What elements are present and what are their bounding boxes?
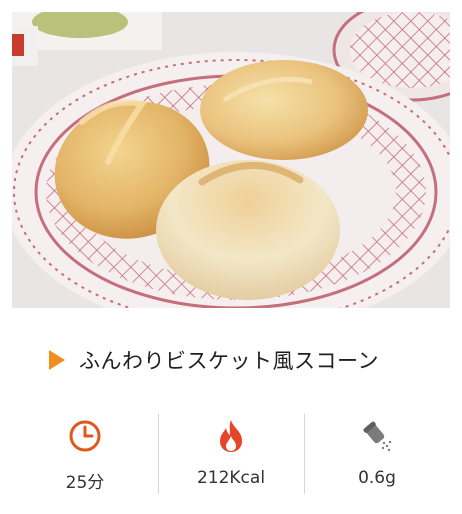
cooking-time-value: 25分 bbox=[65, 473, 105, 493]
recipe-title[interactable]: ふんわりビスケット風スコーン bbox=[79, 345, 379, 375]
recipe-stats: 25分 212Kcal 0.6g bbox=[12, 408, 450, 494]
recipe-photo[interactable] bbox=[12, 12, 450, 308]
recipe-card[interactable]: ふんわりビスケット風スコーン 25分 212Kcal 0.6g bbox=[0, 0, 462, 514]
calories-value: 212Kcal bbox=[196, 468, 266, 488]
recipe-title-row[interactable]: ふんわりビスケット風スコーン bbox=[49, 342, 379, 378]
fire-icon bbox=[211, 416, 251, 456]
stat-salt: 0.6g bbox=[304, 408, 450, 494]
salt-shaker-icon bbox=[357, 416, 397, 456]
play-arrow-icon bbox=[49, 350, 65, 370]
clock-icon bbox=[65, 416, 105, 456]
scone-image bbox=[12, 12, 450, 308]
stat-calories: 212Kcal bbox=[158, 408, 304, 494]
stat-cooking-time: 25分 bbox=[12, 408, 158, 494]
salt-value: 0.6g bbox=[358, 468, 396, 488]
